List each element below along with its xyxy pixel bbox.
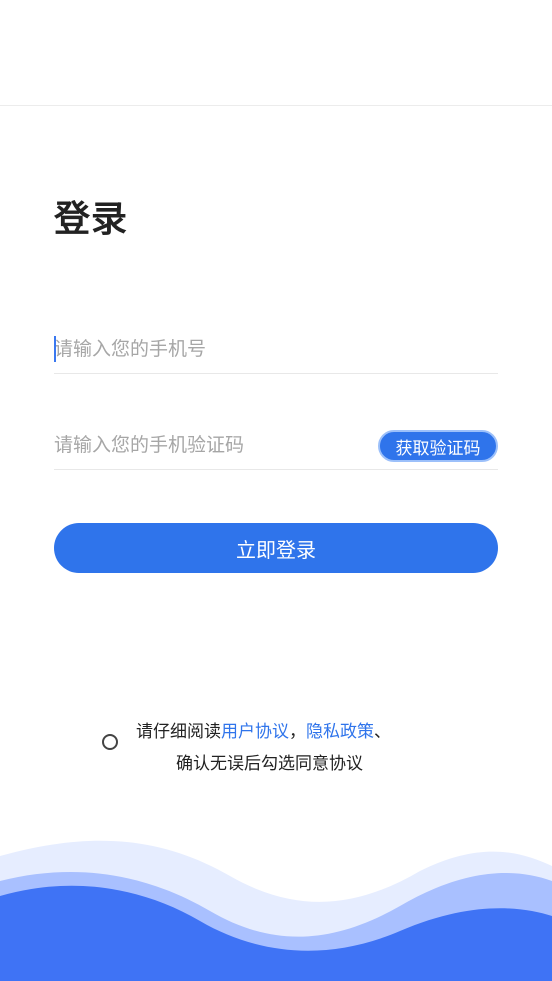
user-agreement-link[interactable]: 用户协议 bbox=[221, 722, 289, 742]
top-bar bbox=[0, 0, 552, 106]
privacy-policy-link[interactable]: 隐私政策 bbox=[306, 722, 374, 742]
page-title: 登录 bbox=[54, 199, 129, 240]
agreement-comma: ， bbox=[289, 722, 306, 742]
agreement-suffix: 、 bbox=[374, 722, 391, 742]
text-cursor bbox=[54, 336, 56, 362]
wave-decoration bbox=[0, 840, 552, 981]
verification-code-input[interactable] bbox=[54, 420, 364, 469]
get-code-button[interactable]: 获取验证码 bbox=[378, 430, 498, 462]
agreement-text: 请仔细阅读用户协议，隐私政策、 确认无误后勾选同意协议 bbox=[136, 716, 436, 780]
login-button[interactable]: 立即登录 bbox=[54, 523, 498, 573]
agreement-radio[interactable] bbox=[102, 734, 118, 750]
phone-input[interactable] bbox=[54, 324, 498, 373]
phone-field[interactable] bbox=[54, 324, 498, 374]
code-field[interactable]: 获取验证码 bbox=[54, 420, 498, 470]
agreement-prefix: 请仔细阅读 bbox=[136, 722, 221, 742]
agreement-line2: 确认无误后勾选同意协议 bbox=[176, 754, 363, 774]
